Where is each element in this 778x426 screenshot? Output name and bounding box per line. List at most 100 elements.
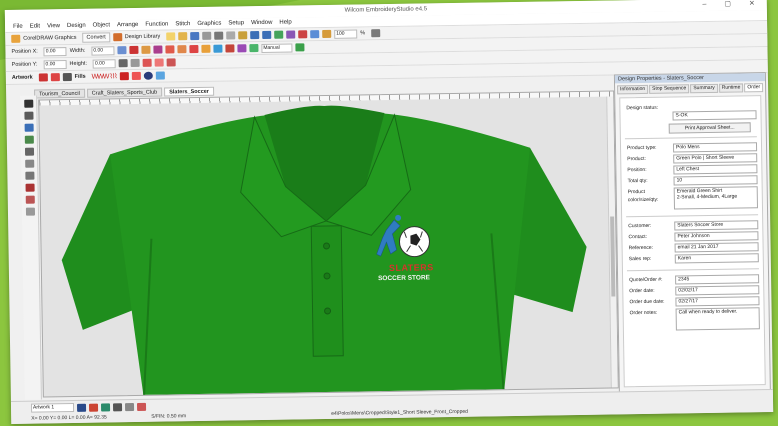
corel-icon[interactable] xyxy=(11,34,21,43)
paste-icon[interactable] xyxy=(238,31,248,40)
show-icon[interactable] xyxy=(286,30,296,39)
menu-arrange[interactable]: Arrange xyxy=(117,20,139,30)
window-controls[interactable]: – ▢ ✕ xyxy=(702,0,762,11)
convert-button[interactable]: Convert xyxy=(82,32,110,43)
menu-help[interactable]: Help xyxy=(279,18,291,28)
contact-field[interactable]: Peter Johnson xyxy=(674,231,759,242)
status-tool-2-icon[interactable] xyxy=(88,403,99,412)
color-swatch-icon[interactable] xyxy=(142,58,153,67)
order-date-field[interactable]: 02/02/17 xyxy=(675,285,760,296)
menu-object[interactable]: Object xyxy=(93,20,110,30)
order-due-field[interactable]: 02/27/17 xyxy=(675,296,760,307)
menu-stitch[interactable]: Stitch xyxy=(175,19,190,29)
stitch-type-3-icon[interactable] xyxy=(155,71,165,80)
reshape-icon[interactable] xyxy=(23,111,34,120)
fill-icon[interactable] xyxy=(153,45,163,54)
lock-icon[interactable] xyxy=(117,46,127,55)
design-status-select[interactable]: S-OK xyxy=(672,110,757,121)
view-icon[interactable] xyxy=(310,30,320,39)
menu-view[interactable]: View xyxy=(47,21,60,31)
tab-runtime[interactable]: Runtime xyxy=(718,83,744,93)
status-tool-3-icon[interactable] xyxy=(100,402,111,412)
rect-icon[interactable] xyxy=(24,159,34,168)
height-field[interactable]: 0.00 xyxy=(92,58,117,69)
travel-icon[interactable] xyxy=(274,30,284,39)
shapes-icon[interactable] xyxy=(24,135,34,144)
align-icon[interactable] xyxy=(118,59,129,68)
status-tool-1-icon[interactable] xyxy=(76,403,87,412)
transform-icon[interactable] xyxy=(129,45,139,55)
select-icon[interactable] xyxy=(23,99,33,108)
motif-icon[interactable] xyxy=(189,44,199,54)
circle-icon[interactable] xyxy=(143,71,153,80)
design-library-button[interactable]: Design Library xyxy=(125,34,161,41)
color-icon[interactable] xyxy=(295,43,305,52)
tab-stop-sequence[interactable]: Stop Sequence xyxy=(649,84,690,94)
new-file-icon[interactable] xyxy=(166,32,176,41)
design-canvas[interactable]: SLATERS SOCCER STORE xyxy=(38,90,619,398)
position-x-field[interactable]: 0.00 xyxy=(43,46,67,56)
menu-setup[interactable]: Setup xyxy=(228,18,244,28)
print-icon[interactable] xyxy=(202,31,212,40)
reference-field[interactable]: email 21 Jan 2017 xyxy=(674,242,759,253)
status-tool-6-icon[interactable] xyxy=(136,402,147,411)
status-tool-4-icon[interactable] xyxy=(112,402,123,411)
copy-icon[interactable] xyxy=(226,31,236,40)
style-select[interactable]: Manual xyxy=(261,42,293,53)
corel-label[interactable]: CorelDRAW Graphics xyxy=(23,35,76,42)
menu-function[interactable]: Function xyxy=(145,19,168,29)
redo-icon[interactable] xyxy=(262,30,272,39)
satin-icon[interactable] xyxy=(165,45,175,54)
tab-craft-slaters[interactable]: Craft_Slaters_Sports_Club xyxy=(86,87,163,98)
text-icon[interactable] xyxy=(24,147,34,156)
product-field[interactable]: Green Polo | Short Sleeve xyxy=(673,153,758,164)
ellipse-icon[interactable] xyxy=(24,171,34,180)
library-icon[interactable] xyxy=(112,33,122,42)
sales-rep-field[interactable]: Karen xyxy=(674,253,759,264)
menu-window[interactable]: Window xyxy=(251,18,272,28)
save-icon[interactable] xyxy=(190,31,200,41)
artwork-tool-1-icon[interactable] xyxy=(38,73,48,82)
tab-slaters-soccer[interactable]: Slaters_Soccer xyxy=(164,86,214,97)
knife-icon[interactable] xyxy=(24,123,34,132)
stitch-type-2-icon[interactable] xyxy=(131,71,141,81)
menu-edit[interactable]: Edit xyxy=(30,21,40,31)
lettering-icon[interactable] xyxy=(213,44,223,53)
tab-order[interactable]: Order xyxy=(744,83,764,93)
zoom-icon[interactable] xyxy=(371,29,381,38)
pen-icon[interactable] xyxy=(25,183,35,192)
mirror-icon[interactable] xyxy=(141,45,151,54)
color-size-field[interactable]: Emerald Green Shirt 2-Small, 4-Medium, 4… xyxy=(673,186,759,210)
order-notes-field[interactable]: Call when ready to deliver. xyxy=(675,307,760,331)
undo-icon[interactable] xyxy=(250,31,260,40)
menu-graphics[interactable]: Graphics xyxy=(197,19,221,29)
menu-design[interactable]: Design xyxy=(67,21,86,31)
applique-icon[interactable] xyxy=(201,44,211,53)
status-tool-5-icon[interactable] xyxy=(124,402,135,411)
artwork-tool-3-icon[interactable] xyxy=(62,72,72,82)
tab-information[interactable]: Information xyxy=(617,84,649,95)
hoop-icon[interactable] xyxy=(322,29,332,39)
quote-order-field[interactable]: 2345 xyxy=(675,274,760,285)
outline-icons[interactable]: WWW ⌇⌇⌇ xyxy=(92,72,117,80)
monogram-icon[interactable] xyxy=(225,44,235,53)
brush-icon[interactable] xyxy=(25,195,35,204)
group-icon[interactable] xyxy=(130,58,141,68)
stitch-player-icon[interactable] xyxy=(298,30,308,39)
menu-file[interactable]: File xyxy=(13,22,23,32)
print-approval-button[interactable]: Print Approval Sheet... xyxy=(668,122,751,134)
position-y-field[interactable]: 0.00 xyxy=(43,59,67,69)
cut-icon[interactable] xyxy=(214,31,224,40)
position-field[interactable]: Left Chest xyxy=(673,164,758,175)
tab-summary[interactable]: Summary xyxy=(690,83,718,94)
measure-icon[interactable] xyxy=(25,207,35,216)
width-field[interactable]: 0.00 xyxy=(91,45,115,56)
layer-select[interactable]: Artwork 1 xyxy=(30,402,75,413)
pattern-icon[interactable] xyxy=(166,58,177,67)
team-names-icon[interactable] xyxy=(237,44,247,53)
total-qty-field[interactable]: 10 xyxy=(673,175,758,186)
thread-icon[interactable] xyxy=(154,58,165,67)
stitch-type-1-icon[interactable] xyxy=(119,72,129,81)
artwork-tool-2-icon[interactable] xyxy=(50,73,60,82)
elastic-icon[interactable] xyxy=(249,44,259,53)
